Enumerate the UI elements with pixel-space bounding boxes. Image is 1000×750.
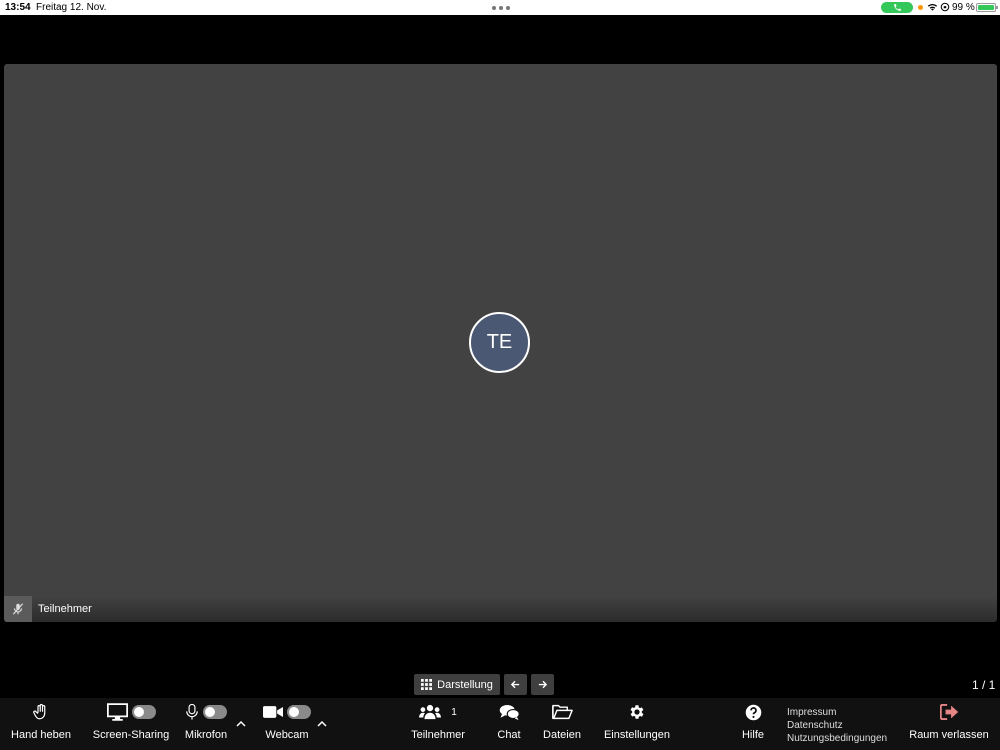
help-button[interactable]: Hilfe bbox=[738, 698, 768, 750]
files-label: Dateien bbox=[543, 729, 581, 741]
previous-page-button[interactable] bbox=[504, 674, 527, 695]
monitor-icon bbox=[106, 703, 128, 721]
chat-bubbles-icon bbox=[499, 704, 520, 720]
grid-icon bbox=[421, 679, 433, 690]
raise-hand-button[interactable]: Hand heben bbox=[10, 698, 72, 750]
settings-button[interactable]: Einstellungen bbox=[601, 698, 673, 750]
status-date: Freitag 12. Nov. bbox=[36, 2, 107, 13]
participants-count: 1 bbox=[451, 706, 457, 718]
chat-button[interactable]: Chat bbox=[494, 698, 524, 750]
screen-sharing-control[interactable]: Screen-Sharing bbox=[92, 698, 170, 750]
users-icon bbox=[419, 704, 442, 720]
tile-footer bbox=[4, 596, 997, 622]
active-call-indicator[interactable] bbox=[881, 2, 913, 13]
page-indicator: 1 / 1 bbox=[972, 678, 996, 692]
participant-avatar: TE bbox=[469, 312, 530, 373]
mic-muted-icon bbox=[4, 596, 32, 622]
arrow-right-icon bbox=[538, 680, 548, 689]
microphone-control[interactable]: Mikrofon bbox=[182, 698, 230, 750]
next-page-button[interactable] bbox=[531, 674, 554, 695]
folder-open-icon bbox=[551, 704, 573, 720]
screen-sharing-toggle[interactable] bbox=[131, 705, 156, 719]
screen-sharing-label: Screen-Sharing bbox=[92, 729, 170, 741]
webcam-control[interactable]: Webcam bbox=[262, 698, 312, 750]
legal-links: Impressum Datenschutz Nutzungsbedingunge… bbox=[787, 706, 887, 745]
microphone-options-chevron-up-icon[interactable] bbox=[235, 718, 247, 730]
settings-label: Einstellungen bbox=[603, 729, 671, 741]
hand-icon bbox=[33, 703, 46, 720]
sign-out-icon bbox=[939, 704, 958, 720]
status-bar: 13:54 Freitag 12. Nov. 99 % bbox=[0, 0, 1000, 15]
layout-button-label: Darstellung bbox=[437, 678, 493, 691]
webcam-toggle[interactable] bbox=[287, 705, 311, 719]
chat-label: Chat bbox=[497, 729, 521, 741]
imprint-link[interactable]: Impressum bbox=[787, 706, 887, 719]
layout-button[interactable]: Darstellung bbox=[414, 674, 500, 695]
status-time: 13:54 bbox=[5, 2, 31, 13]
privacy-indicator-icon bbox=[918, 5, 923, 10]
participants-label: Teilnehmer bbox=[411, 729, 465, 741]
question-circle-icon bbox=[745, 704, 761, 720]
microphone-label: Mikrofon bbox=[184, 729, 228, 741]
webcam-options-chevron-up-icon[interactable] bbox=[316, 718, 328, 730]
leave-room-button[interactable]: Raum verlassen bbox=[906, 698, 992, 750]
arrow-left-icon bbox=[510, 680, 520, 689]
multitasking-dots-icon[interactable] bbox=[492, 6, 510, 10]
microphone-toggle[interactable] bbox=[203, 705, 227, 719]
orientation-lock-icon bbox=[940, 2, 950, 12]
raise-hand-label: Hand heben bbox=[11, 729, 71, 741]
gear-icon bbox=[630, 705, 644, 719]
video-camera-icon bbox=[263, 706, 283, 718]
participant-video-tile[interactable]: TE Teilnehmer bbox=[4, 64, 997, 622]
files-button[interactable]: Dateien bbox=[540, 698, 584, 750]
webcam-label: Webcam bbox=[265, 729, 309, 741]
battery-icon bbox=[976, 3, 998, 12]
leave-room-label: Raum verlassen bbox=[909, 729, 989, 741]
layout-controls: Darstellung bbox=[414, 674, 554, 695]
participant-name: Teilnehmer bbox=[38, 603, 92, 615]
battery-percent: 99 % bbox=[952, 2, 975, 13]
privacy-link[interactable]: Datenschutz bbox=[787, 719, 887, 732]
phone-icon bbox=[894, 4, 901, 11]
terms-link[interactable]: Nutzungsbedingungen bbox=[787, 732, 887, 745]
wifi-icon bbox=[927, 3, 938, 11]
microphone-icon bbox=[186, 703, 198, 720]
help-label: Hilfe bbox=[741, 729, 764, 741]
participants-button[interactable]: 1 Teilnehmer bbox=[408, 698, 468, 750]
